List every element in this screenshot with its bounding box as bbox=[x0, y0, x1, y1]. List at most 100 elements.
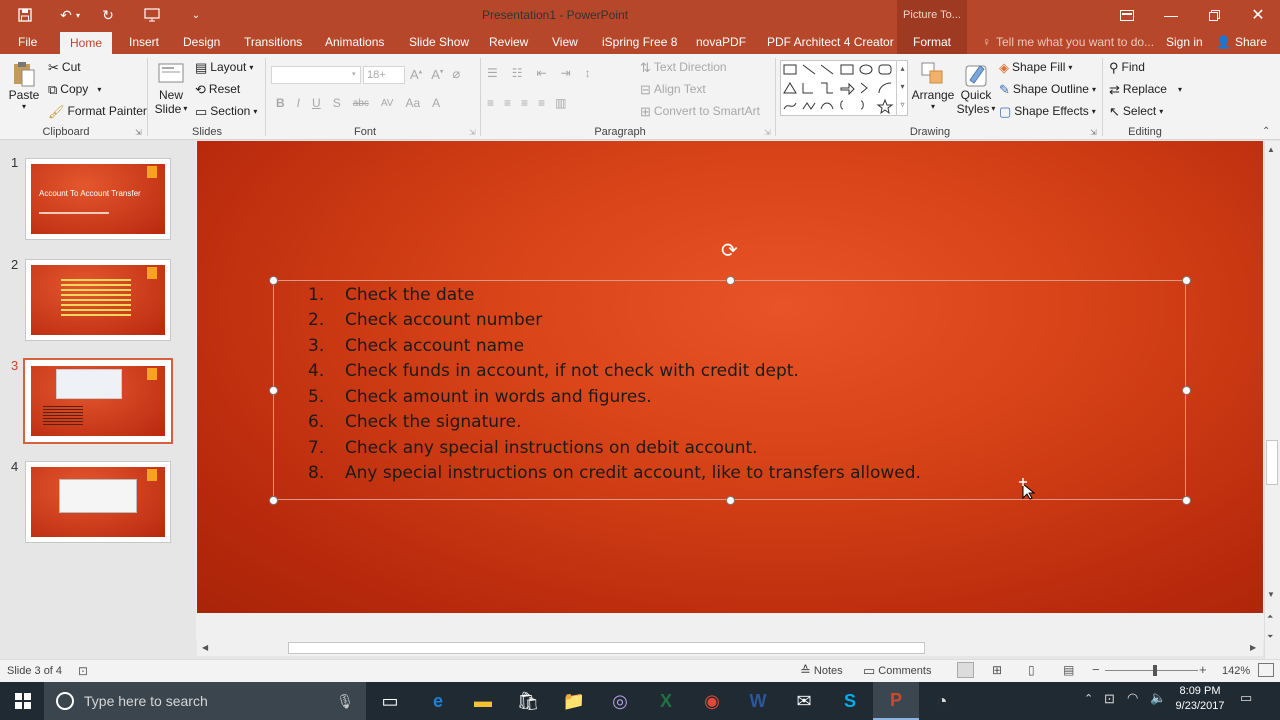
normal-view-icon[interactable] bbox=[957, 662, 974, 678]
tab-animations[interactable]: Animations bbox=[325, 30, 384, 54]
char-spacing-icon[interactable]: AV bbox=[381, 98, 394, 109]
format-painter-button[interactable]: 🖌 Format Painter bbox=[48, 104, 147, 118]
vertical-scroll-thumb[interactable] bbox=[1266, 440, 1278, 485]
tab-transitions[interactable]: Transitions bbox=[244, 30, 302, 54]
notes-button[interactable]: ≙ Notes bbox=[800, 664, 843, 677]
customize-icon[interactable]: ⌄ bbox=[185, 4, 207, 26]
slide-thumbnail-4[interactable] bbox=[25, 461, 171, 543]
clock[interactable]: 8:09 PM 9/23/2017 bbox=[1172, 684, 1228, 714]
tab-format[interactable]: Format bbox=[897, 30, 967, 54]
scroll-up-icon[interactable]: ▲ bbox=[1267, 145, 1275, 154]
underline-icon[interactable]: U bbox=[312, 96, 321, 110]
font-name-dropdown-icon[interactable]: ▾ bbox=[352, 66, 361, 84]
excel-icon[interactable]: X bbox=[643, 682, 689, 720]
zoom-slider-thumb[interactable] bbox=[1153, 665, 1157, 676]
resize-handle[interactable] bbox=[1182, 276, 1191, 285]
paragraph-launcher-icon[interactable]: ⇲ bbox=[764, 128, 771, 137]
columns-icon[interactable]: ▥ bbox=[555, 96, 566, 110]
line-spacing-icon[interactable]: ↕ bbox=[585, 66, 591, 80]
scroll-right-icon[interactable]: ▶ bbox=[1250, 643, 1256, 652]
copy-button[interactable]: ⧉ Copy ▾ bbox=[48, 82, 101, 96]
align-left-icon[interactable]: ≡ bbox=[487, 96, 494, 110]
layout-button[interactable]: ▤ Layout ▾ bbox=[195, 60, 253, 74]
shapes-gallery[interactable] bbox=[780, 60, 908, 116]
bold-icon[interactable]: B bbox=[276, 96, 285, 110]
word-icon[interactable]: W bbox=[735, 682, 781, 720]
tab-file[interactable]: File bbox=[18, 30, 37, 54]
arrange-button[interactable]: Arrange ▾ bbox=[912, 60, 954, 111]
numbering-icon[interactable]: ☷ bbox=[512, 66, 523, 80]
slide-thumbnail-2[interactable] bbox=[25, 259, 171, 341]
store-icon[interactable]: 🛍 bbox=[505, 682, 551, 720]
strikethrough-icon[interactable]: abc bbox=[353, 98, 369, 109]
minimize-icon[interactable]: — bbox=[1149, 0, 1193, 30]
file-explorer-icon[interactable]: ▬ bbox=[460, 682, 506, 720]
tab-design[interactable]: Design bbox=[183, 30, 220, 54]
microphone-icon[interactable]: 🎙 bbox=[336, 693, 354, 710]
replace-button[interactable]: ⇄ Replace ▾ bbox=[1109, 82, 1182, 96]
grow-font-icon[interactable]: A▴ bbox=[410, 67, 422, 82]
align-right-icon[interactable]: ≡ bbox=[521, 96, 528, 110]
zoom-slider-track[interactable] bbox=[1105, 670, 1198, 671]
chrome-icon[interactable]: ◉ bbox=[689, 682, 735, 720]
tab-ispring[interactable]: iSpring Free 8 bbox=[602, 30, 677, 54]
zoom-in-icon[interactable]: + bbox=[1199, 662, 1207, 677]
tab-slide-show[interactable]: Slide Show bbox=[409, 30, 469, 54]
spelling-icon[interactable]: ⊡ bbox=[78, 664, 88, 678]
tab-view[interactable]: View bbox=[552, 30, 578, 54]
maximize-icon[interactable] bbox=[1192, 0, 1236, 30]
shape-fill-button[interactable]: ◈ Shape Fill ▾ bbox=[999, 60, 1072, 74]
windows-start-icon[interactable] bbox=[0, 682, 46, 720]
collapse-ribbon-icon[interactable]: ⌃ bbox=[1262, 126, 1270, 137]
next-slide-icon[interactable]: ⏷ bbox=[1267, 632, 1273, 642]
text-direction-button[interactable]: ⇅ Text Direction bbox=[640, 60, 727, 74]
align-center-icon[interactable]: ≡ bbox=[504, 96, 511, 110]
volume-icon[interactable]: 🔈 bbox=[1150, 690, 1166, 706]
paste-button[interactable]: Paste ▾ bbox=[6, 60, 42, 111]
slideshow-view-icon[interactable]: ▤ bbox=[1063, 663, 1074, 677]
find-button[interactable]: ⚲ Find bbox=[1109, 60, 1145, 74]
skype-icon[interactable]: S bbox=[827, 682, 873, 720]
select-button[interactable]: ↖ Select ▾ bbox=[1109, 104, 1163, 118]
fit-slide-icon[interactable] bbox=[1258, 663, 1274, 677]
slide-sorter-icon[interactable]: ⊞ bbox=[992, 663, 1002, 677]
network-device-icon[interactable]: ⊡ bbox=[1104, 691, 1115, 707]
font-color-icon[interactable]: A bbox=[432, 96, 440, 110]
shape-outline-button[interactable]: ✎ Shape Outline ▾ bbox=[999, 82, 1096, 96]
resize-handle[interactable] bbox=[269, 496, 278, 505]
shape-effects-button[interactable]: ▢ Shape Effects ▾ bbox=[999, 104, 1096, 118]
quick-styles-button[interactable]: Quick Styles ▾ bbox=[955, 60, 997, 115]
redo-icon[interactable]: ↻ bbox=[97, 4, 119, 26]
taskbar-search-box[interactable]: Type here to search 🎙 bbox=[44, 682, 366, 720]
comments-button[interactable]: ▭ Comments bbox=[863, 664, 931, 677]
convert-smartart-button[interactable]: ⊞ Convert to SmartArt bbox=[640, 104, 760, 118]
vertical-scrollbar[interactable] bbox=[1264, 141, 1280, 659]
justify-icon[interactable]: ≡ bbox=[538, 96, 545, 110]
shrink-font-icon[interactable]: A▾ bbox=[431, 67, 443, 82]
wifi-icon[interactable]: ◠ bbox=[1127, 690, 1138, 706]
italic-icon[interactable]: I bbox=[297, 96, 300, 110]
notifications-icon[interactable]: ▭ bbox=[1240, 690, 1252, 706]
sign-in-link[interactable]: Sign in bbox=[1166, 30, 1203, 54]
scroll-left-icon[interactable]: ◀ bbox=[202, 643, 208, 652]
save-icon[interactable] bbox=[14, 4, 36, 26]
cut-button[interactable]: ✂ Cut bbox=[48, 60, 81, 74]
bullets-icon[interactable]: ☰ bbox=[487, 66, 498, 80]
resize-handle[interactable] bbox=[1182, 496, 1191, 505]
previous-slide-icon[interactable]: ⏶ bbox=[1267, 612, 1273, 622]
mail-icon[interactable]: ✉ bbox=[781, 682, 827, 720]
media-icon[interactable]: ◎ bbox=[597, 682, 643, 720]
resize-handle[interactable] bbox=[726, 496, 735, 505]
clear-format-icon[interactable]: ⌀ bbox=[452, 66, 460, 82]
decrease-indent-icon[interactable]: ⇤ bbox=[537, 66, 547, 80]
shadow-icon[interactable]: S bbox=[333, 96, 341, 110]
task-view-icon[interactable]: ▭ bbox=[367, 682, 413, 720]
zoom-level[interactable]: 142% bbox=[1222, 665, 1250, 677]
tab-home[interactable]: Home bbox=[60, 32, 113, 54]
tell-me-box[interactable]: ♀ Tell me what you want to do... bbox=[982, 30, 1154, 54]
clipboard-launcher-icon[interactable]: ⇲ bbox=[135, 128, 142, 137]
tab-pdf-architect[interactable]: PDF Architect 4 Creator bbox=[767, 30, 894, 54]
reading-view-icon[interactable]: ▯ bbox=[1028, 663, 1035, 677]
close-icon[interactable]: ✕ bbox=[1236, 0, 1280, 30]
font-size-box[interactable]: 18+ bbox=[363, 66, 405, 84]
